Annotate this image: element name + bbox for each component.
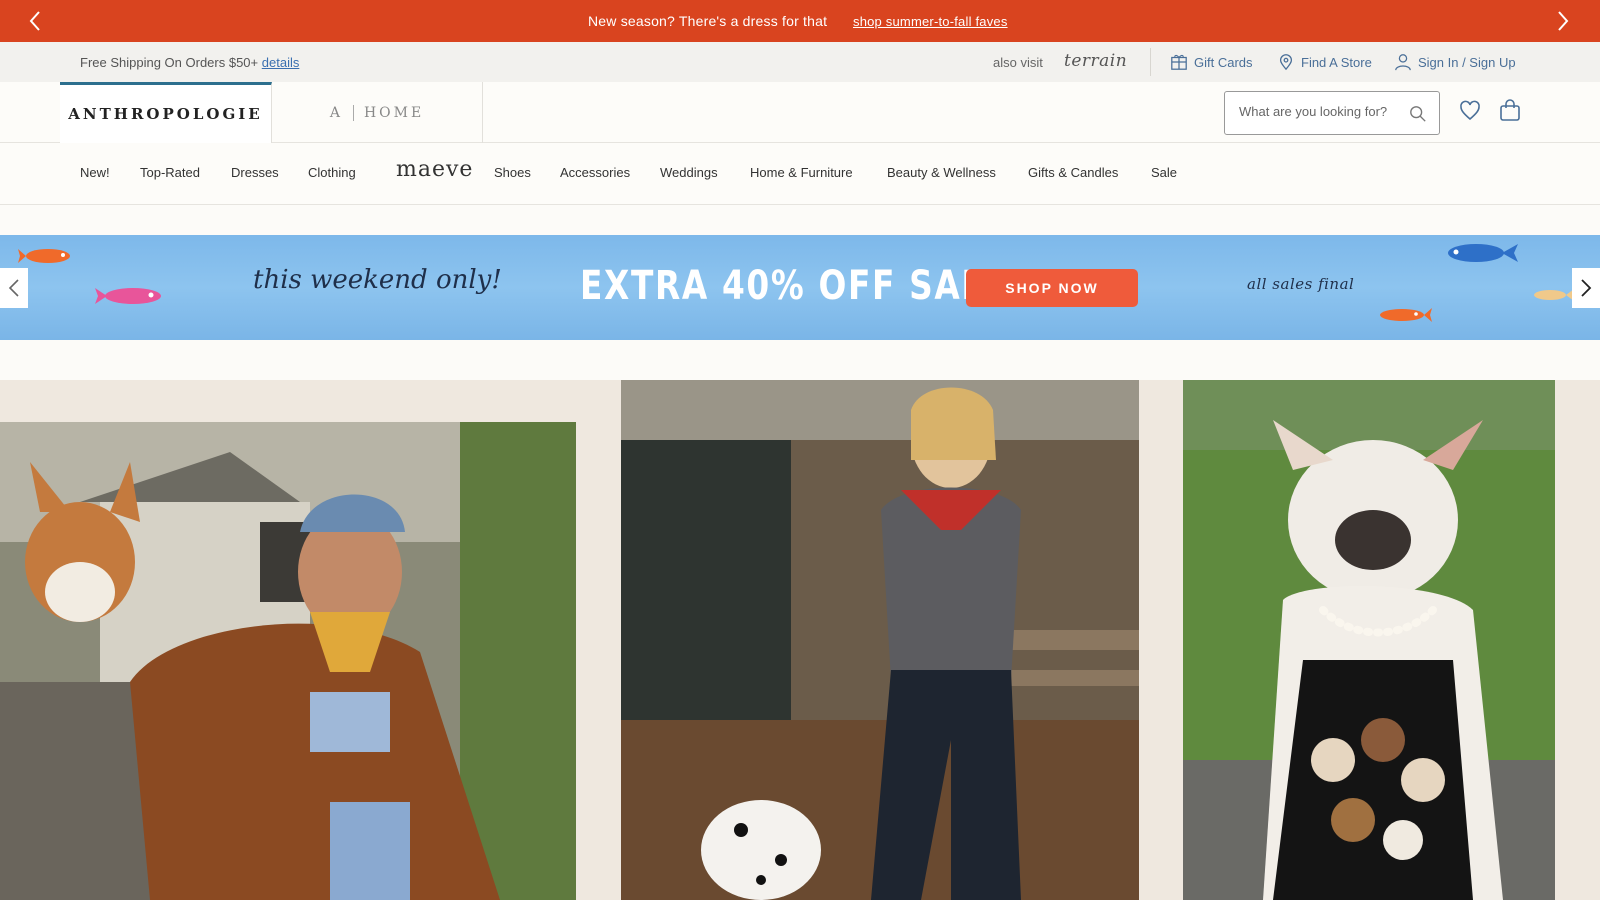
divider [1150,48,1151,76]
location-pin-icon [1279,54,1293,71]
nav-item-accessories[interactable]: Accessories [560,165,630,180]
blue-fish-illustration [1448,244,1518,262]
chevron-left-icon [8,279,19,297]
a-home-tab[interactable]: A HOME [272,82,483,143]
nav-item-weddings[interactable]: Weddings [660,165,718,180]
corgi-and-model-photo[interactable] [0,422,576,900]
search-icon[interactable] [1409,105,1427,123]
free-shipping-notice: Free Shipping On Orders $50+ details [80,55,299,70]
model-with-dalmatian-photo[interactable] [621,380,1139,900]
nav-item-new[interactable]: New! [80,165,110,180]
home-tab-divider [352,104,354,121]
banner-tagline: this weekend only! [253,265,502,295]
search-box[interactable] [1224,91,1440,135]
nav-item-home-furniture[interactable]: Home & Furniture [750,165,853,180]
nav-item-dresses[interactable]: Dresses [231,165,279,180]
sale-banner[interactable]: this weekend only! EXTRA 40% OFF SALE SH… [0,235,1600,340]
nav-item-beauty-wellness[interactable]: Beauty & Wellness [887,165,996,180]
gift-icon [1171,54,1187,70]
site-header: ANTHROPOLOGIE A HOME [0,82,1600,143]
nav-item-shoes[interactable]: Shoes [494,165,531,180]
nav-item-sale[interactable]: Sale [1151,165,1177,180]
nav-item-maeve[interactable]: maeve [396,157,473,182]
sign-in-label: Sign In / Sign Up [1418,54,1516,70]
banner-prev-button[interactable] [0,268,28,308]
chevron-left-icon[interactable] [24,9,48,33]
orange-fish-illustration [18,249,70,263]
yellow-fish-illustration [1534,289,1574,301]
shopping-bag-icon[interactable] [1498,99,1522,123]
french-bulldog-with-tote-photo[interactable] [1183,380,1555,900]
banner-headline: EXTRA 40% OFF SALE [580,263,1009,309]
home-tab-label: HOME [363,104,425,121]
promo-bar: New season? There's a dress for that sho… [0,0,1600,42]
banner-note: all sales final [1247,275,1355,293]
nav-item-clothing[interactable]: Clothing [308,165,356,180]
nav-item-top-rated[interactable]: Top-Rated [140,165,200,180]
search-input[interactable] [1239,104,1409,119]
pink-fish-illustration [95,288,161,304]
main-nav: New! Top-Rated Dresses Clothing maeve Sh… [0,143,1600,205]
nav-item-gifts-candles[interactable]: Gifts & Candles [1028,165,1118,180]
heart-icon[interactable] [1458,99,1482,123]
find-store-link[interactable]: Find A Store [1277,53,1372,71]
gift-cards-label: Gift Cards [1194,54,1253,70]
banner-next-button[interactable] [1572,268,1600,308]
chevron-right-icon[interactable] [1550,9,1574,33]
terrain-link[interactable]: terrain [1064,51,1127,71]
home-tab-a: A [329,104,343,121]
gift-cards-link[interactable]: Gift Cards [1170,53,1253,71]
promo-message: New season? There's a dress for that [588,13,828,29]
chevron-right-icon [1581,279,1592,297]
orange-fish-illustration-2 [1380,308,1432,322]
utility-bar: Free Shipping On Orders $50+ details als… [0,42,1600,82]
hero-image-grid [0,380,1600,900]
shipping-text: Free Shipping On Orders $50+ [80,55,259,70]
shipping-details-link[interactable]: details [262,55,300,70]
sign-in-link[interactable]: Sign In / Sign Up [1394,53,1516,71]
user-icon [1395,54,1411,71]
promo-link[interactable]: shop summer-to-fall faves [853,14,1008,29]
also-visit-label: also visit [993,55,1043,70]
find-store-label: Find A Store [1301,54,1372,70]
anthropologie-logo-tab[interactable]: ANTHROPOLOGIE [60,82,272,143]
shop-now-button[interactable]: SHOP NOW [966,269,1138,307]
